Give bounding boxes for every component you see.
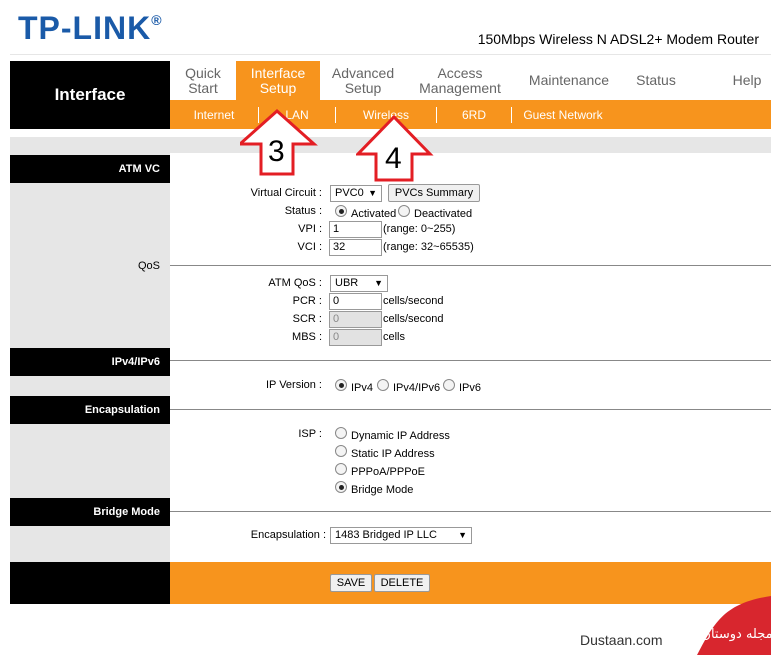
bridge-mode-divider	[170, 511, 771, 512]
tab-maintenance[interactable]: Maintenance	[514, 61, 624, 100]
vci-input[interactable]: 32	[329, 239, 382, 256]
isp-label: ISP :	[298, 428, 322, 440]
section-ipv4-ipv6: IPv4/IPv6	[10, 348, 170, 376]
section-atm-vc: ATM VC	[10, 155, 170, 183]
tp-link-logo: TP-LINK®	[18, 10, 163, 46]
pcr-label: PCR :	[292, 295, 322, 307]
virtual-circuit-label: Virtual Circuit :	[250, 187, 322, 199]
qos-divider	[170, 265, 771, 266]
tab-quick-start[interactable]: Quick Start	[170, 61, 236, 100]
annotation-number-4: 4	[385, 142, 402, 175]
section-bridge-mode: Bridge Mode	[10, 498, 170, 526]
pcr-input[interactable]: 0	[329, 293, 382, 310]
footer-left	[10, 562, 170, 604]
footer-bar	[170, 562, 771, 604]
section-encapsulation: Encapsulation	[10, 396, 170, 424]
tab-status[interactable]: Status	[624, 61, 688, 100]
scr-label: SCR :	[292, 313, 322, 325]
annotation-number-3: 3	[268, 135, 285, 168]
delete-button[interactable]: DELETE	[374, 574, 430, 592]
vpi-label: VPI :	[298, 223, 322, 235]
encapsulation-label: Encapsulation :	[250, 529, 326, 541]
status-deactivated-label: Deactivated	[414, 208, 473, 220]
vpi-range: (range: 0~255)	[383, 223, 456, 235]
mbs-unit: cells	[383, 331, 406, 343]
ipv6-label: IPv6	[459, 382, 482, 394]
ipv4-label: IPv4	[351, 382, 374, 394]
save-button[interactable]: SAVE	[330, 574, 372, 592]
isp-static-ip-radio[interactable]	[335, 445, 347, 457]
scr-unit: cells/second	[383, 313, 444, 325]
section-qos: QoS	[138, 260, 161, 272]
status-activated-label: Activated	[351, 208, 397, 220]
pvcs-summary-button[interactable]: PVCs Summary	[388, 184, 480, 202]
watermark-logo-text: مجله دوستان	[701, 627, 771, 642]
chevron-down-icon: ▼	[368, 188, 377, 198]
isp-dynamic-ip-label: Dynamic IP Address	[351, 430, 450, 442]
tab-advanced-setup[interactable]: Advanced Setup	[320, 61, 406, 100]
pcr-unit: cells/second	[383, 295, 444, 307]
nav-section-title: Interface	[10, 61, 170, 129]
ipv4-radio[interactable]	[335, 379, 347, 391]
ipv6-radio[interactable]	[443, 379, 455, 391]
subtab-guest-network[interactable]: Guest Network	[512, 100, 614, 129]
status-label: Status :	[284, 205, 322, 217]
atm-qos-label: ATM QoS :	[268, 277, 322, 289]
vpi-input[interactable]: 1	[329, 221, 382, 238]
subtab-6rd[interactable]: 6RD	[437, 100, 511, 129]
encapsulation-select[interactable]: 1483 Bridged IP LLC ▼	[330, 527, 472, 544]
mbs-input[interactable]: 0	[329, 329, 382, 346]
isp-static-ip-label: Static IP Address	[351, 448, 435, 460]
model-name: 150Mbps Wireless N ADSL2+ Modem Router	[477, 31, 759, 47]
ipv4-ipv6-radio[interactable]	[377, 379, 389, 391]
vci-range: (range: 32~65535)	[383, 241, 474, 253]
tab-access-management[interactable]: Access Management	[406, 61, 514, 100]
isp-pppoa-pppoe-label: PPPoA/PPPoE	[351, 466, 425, 478]
tab-interface-setup[interactable]: Interface Setup	[236, 61, 320, 100]
header-divider	[10, 54, 771, 55]
mbs-label: MBS :	[292, 331, 322, 343]
isp-pppoa-pppoe-radio[interactable]	[335, 463, 347, 475]
chevron-down-icon: ▼	[374, 278, 383, 288]
main-nav: Quick Start Interface Setup Advanced Set…	[170, 61, 771, 100]
watermark-logo-shape	[697, 596, 771, 655]
chevron-down-icon: ▼	[458, 530, 467, 540]
ip-version-label: IP Version :	[265, 379, 322, 391]
ipv4-ipv6-label: IPv4/IPv6	[393, 382, 441, 394]
virtual-circuit-select[interactable]: PVC0 ▼	[330, 185, 382, 202]
status-deactivated-radio[interactable]	[398, 205, 410, 217]
isp-dynamic-ip-radio[interactable]	[335, 427, 347, 439]
vci-label: VCI :	[297, 241, 322, 253]
atm-qos-select[interactable]: UBR ▼	[330, 275, 388, 292]
status-activated-radio[interactable]	[335, 205, 347, 217]
encapsulation-divider	[170, 409, 771, 410]
ipv4-ipv6-divider	[170, 360, 771, 361]
isp-bridge-mode-radio[interactable]	[335, 481, 347, 493]
scr-input[interactable]: 0	[329, 311, 382, 328]
watermark-site: Dustaan.com	[580, 632, 663, 648]
tab-help[interactable]: Help	[710, 61, 771, 100]
isp-bridge-mode-label: Bridge Mode	[351, 484, 414, 496]
watermark-logo: مجله دوستان	[697, 596, 771, 655]
